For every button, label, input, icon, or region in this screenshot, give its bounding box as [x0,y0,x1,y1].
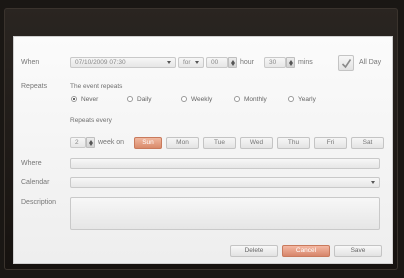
radio-daily[interactable] [127,96,133,102]
hour-label: hour [240,59,255,66]
description-textarea[interactable] [70,197,380,230]
day-fri-button[interactable]: Fri [314,137,347,149]
day-thu-button[interactable]: Thu [277,137,310,149]
all-day-label: All Day [359,59,382,66]
chevron-down-icon [195,61,199,64]
calendar-select[interactable] [70,177,380,188]
radio-daily-label: Daily [137,96,152,103]
minutes-spinner-icon[interactable] [286,57,295,68]
radio-never[interactable] [71,96,77,102]
chevron-down-icon [167,61,171,64]
radio-never-label: Never [81,96,99,103]
hours-input[interactable]: 00 [206,57,228,68]
day-sat-button[interactable]: Sat [351,137,384,149]
where-label: Where [21,160,42,167]
calendar-label: Calendar [21,179,50,186]
radio-yearly-label: Yearly [298,96,316,103]
radio-weekly-label: Weekly [191,96,213,103]
duration-type-select[interactable]: for [178,57,204,68]
minutes-input[interactable]: 30 [264,57,286,68]
repeat-interval-input[interactable]: 2 [70,137,86,148]
cancel-button[interactable]: Cancel [282,245,330,257]
radio-yearly[interactable] [288,96,294,102]
event-editor-dialog: When 07/10/2009 07:30 for 00 hour 30 min… [13,36,393,264]
repeats-label: Repeats [21,83,48,90]
radio-monthly[interactable] [234,96,240,102]
day-mon-button[interactable]: Mon [166,137,199,149]
checkmark-icon [341,59,352,69]
all-day-checkbox[interactable] [338,55,354,71]
week-on-label: week on [98,139,125,146]
datetime-select[interactable]: 07/10/2009 07:30 [70,57,176,68]
save-button[interactable]: Save [334,245,382,257]
radio-monthly-label: Monthly [244,96,267,103]
repeats-every-label: Repeats every [70,117,112,124]
delete-button[interactable]: Delete [230,245,278,257]
radio-weekly[interactable] [181,96,187,102]
datetime-value: 07/10/2009 07:30 [75,59,126,66]
repeat-interval-spinner-icon[interactable] [86,137,95,148]
description-label: Description [21,199,57,206]
day-wed-button[interactable]: Wed [240,137,273,149]
event-repeats-label: The event repeats [70,83,123,90]
for-label: for [183,59,191,66]
day-sun-button[interactable]: Sun [134,137,162,149]
where-input[interactable] [70,158,380,169]
chevron-down-icon [371,181,375,184]
when-label: When [21,59,40,66]
mins-label: mins [298,59,313,66]
day-tue-button[interactable]: Tue [203,137,236,149]
hours-spinner-icon[interactable] [228,57,237,68]
